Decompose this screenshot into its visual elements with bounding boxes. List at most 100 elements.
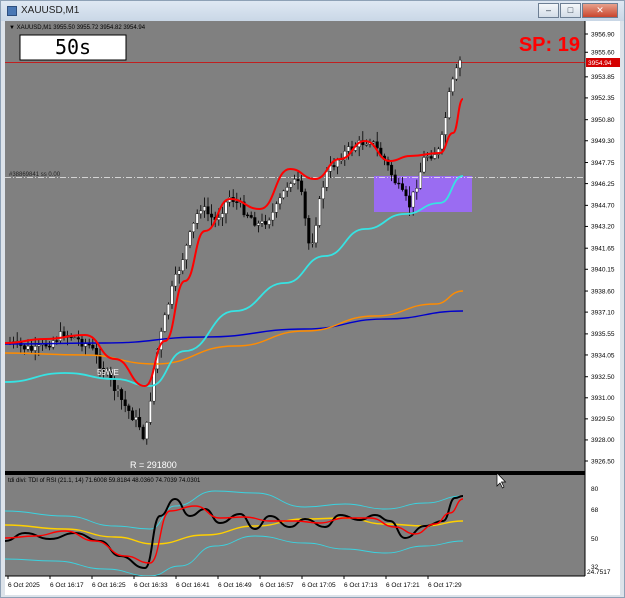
price-tick-label: 3946.25	[591, 181, 615, 188]
candle-body	[195, 213, 199, 224]
candle-body	[177, 270, 181, 275]
candle-body	[375, 141, 379, 149]
order-level-label: #38869841 ss 0.00	[9, 172, 61, 178]
candle-body	[422, 157, 426, 173]
price-tick-label: 3949.30	[591, 138, 615, 145]
candle-body	[210, 213, 214, 218]
candle-body	[199, 210, 203, 214]
candle-body	[411, 191, 415, 208]
candle-body	[271, 212, 275, 221]
candle-body	[98, 354, 102, 369]
candle-body	[451, 78, 455, 92]
time-tick-label: 6 Oct 2025	[8, 582, 40, 589]
candle-body	[138, 417, 142, 428]
time-tick-label: 6 Oct 17:13	[344, 582, 378, 589]
candle-body	[235, 201, 239, 203]
candle-body	[267, 219, 271, 225]
candle-body	[282, 190, 286, 199]
maximize-button[interactable]: □	[560, 3, 581, 18]
candle-body	[390, 164, 394, 176]
candle-body	[55, 340, 59, 342]
candle-body	[418, 171, 422, 189]
candle-body	[318, 198, 322, 226]
candle-body	[454, 67, 458, 80]
price-tick-label: 3935.55	[591, 331, 615, 338]
candle-body	[94, 348, 98, 356]
candle-body	[256, 223, 260, 226]
indicator-header: tdi divi: TDI of RSI (21.1, 14) 71.6008 …	[8, 478, 201, 484]
current-price-value: 3954.94	[588, 60, 612, 67]
candle-body	[145, 422, 149, 440]
candle-body	[433, 154, 437, 159]
chart-area[interactable]: #38869841 ss 0.00 ▼ XAUUSD,M1 3955.50 39…	[5, 21, 620, 595]
price-tick-label: 3928.00	[591, 437, 615, 444]
time-tick-label: 6 Oct 17:05	[302, 582, 336, 589]
mt4-chart-window: XAUUSD,M1 – □ ✕ #38869841 ss 0.00 ▼ XAUU…	[0, 0, 625, 598]
price-tick-label: 3937.10	[591, 309, 615, 316]
time-tick-label: 6 Oct 16:57	[260, 582, 294, 589]
indicator-level-label: 80	[591, 486, 599, 493]
price-tick-label: 3956.90	[591, 31, 615, 38]
candle-body	[134, 417, 138, 421]
indicator-bottom-value: 24.7517	[587, 569, 611, 576]
candle-body	[364, 144, 368, 146]
candle-body	[440, 134, 444, 150]
time-tick-label: 6 Oct 16:49	[218, 582, 252, 589]
price-tick-label: 3955.60	[591, 50, 615, 57]
candle-body	[429, 156, 433, 159]
time-tick-label: 6 Oct 17:21	[386, 582, 420, 589]
candle-body	[220, 213, 224, 218]
candle-body	[112, 379, 116, 391]
candle-body	[447, 91, 451, 118]
price-tick-label: 3931.00	[591, 395, 615, 402]
candle-body	[181, 259, 185, 271]
candle-body	[73, 337, 77, 339]
price-tick-label: 3932.50	[591, 374, 615, 381]
price-tick-label: 3943.20	[591, 224, 615, 231]
candle-body	[314, 225, 318, 244]
candle-body	[336, 159, 340, 168]
time-tick-label: 6 Oct 16:33	[134, 582, 168, 589]
price-chart-canvas[interactable]: #38869841 ss 0.00 ▼ XAUUSD,M1 3955.50 39…	[5, 21, 620, 595]
candle-body	[404, 189, 408, 197]
supply-demand-zone[interactable]	[374, 176, 472, 212]
candle-body	[48, 345, 52, 348]
candle-body	[325, 171, 329, 188]
price-tick-label: 3944.70	[591, 203, 615, 210]
time-tick-label: 6 Oct 16:25	[92, 582, 126, 589]
candle-body	[123, 399, 127, 407]
candle-body	[163, 314, 167, 332]
indicator-level-label: 68	[591, 507, 599, 514]
candle-body	[300, 180, 304, 192]
candle-timer: 50s	[55, 35, 91, 59]
candle-body	[444, 117, 448, 135]
window-title: XAUUSD,M1	[21, 5, 80, 16]
chart-header: ▼ XAUUSD,M1 3955.50 3955.72 3954.82 3954…	[9, 25, 146, 31]
candle-body	[224, 201, 228, 214]
title-bar[interactable]: XAUUSD,M1 – □ ✕	[1, 1, 624, 21]
candle-body	[278, 197, 282, 205]
indicator-level-label: 50	[591, 536, 599, 543]
candle-body	[170, 285, 174, 305]
candle-body	[307, 218, 311, 244]
candle-body	[321, 187, 325, 200]
candle-body	[184, 245, 188, 260]
range-label: R = 291800	[130, 460, 177, 470]
price-tick-label: 3940.15	[591, 267, 615, 274]
candle-body	[246, 214, 250, 217]
candle-body	[415, 188, 419, 193]
candle-body	[260, 221, 264, 224]
close-button[interactable]: ✕	[582, 3, 618, 18]
time-tick-label: 6 Oct 17:29	[428, 582, 462, 589]
candle-body	[174, 274, 178, 287]
candle-body	[206, 206, 210, 215]
time-tick-label: 6 Oct 16:17	[50, 582, 84, 589]
main-chart-pane[interactable]	[5, 21, 585, 471]
candle-body	[202, 206, 206, 212]
candle-body	[264, 221, 268, 225]
price-tick-label: 3929.50	[591, 416, 615, 423]
candle-body	[296, 179, 300, 182]
candle-body	[310, 242, 314, 245]
minimize-button[interactable]: –	[538, 3, 559, 18]
candle-body	[84, 343, 88, 347]
